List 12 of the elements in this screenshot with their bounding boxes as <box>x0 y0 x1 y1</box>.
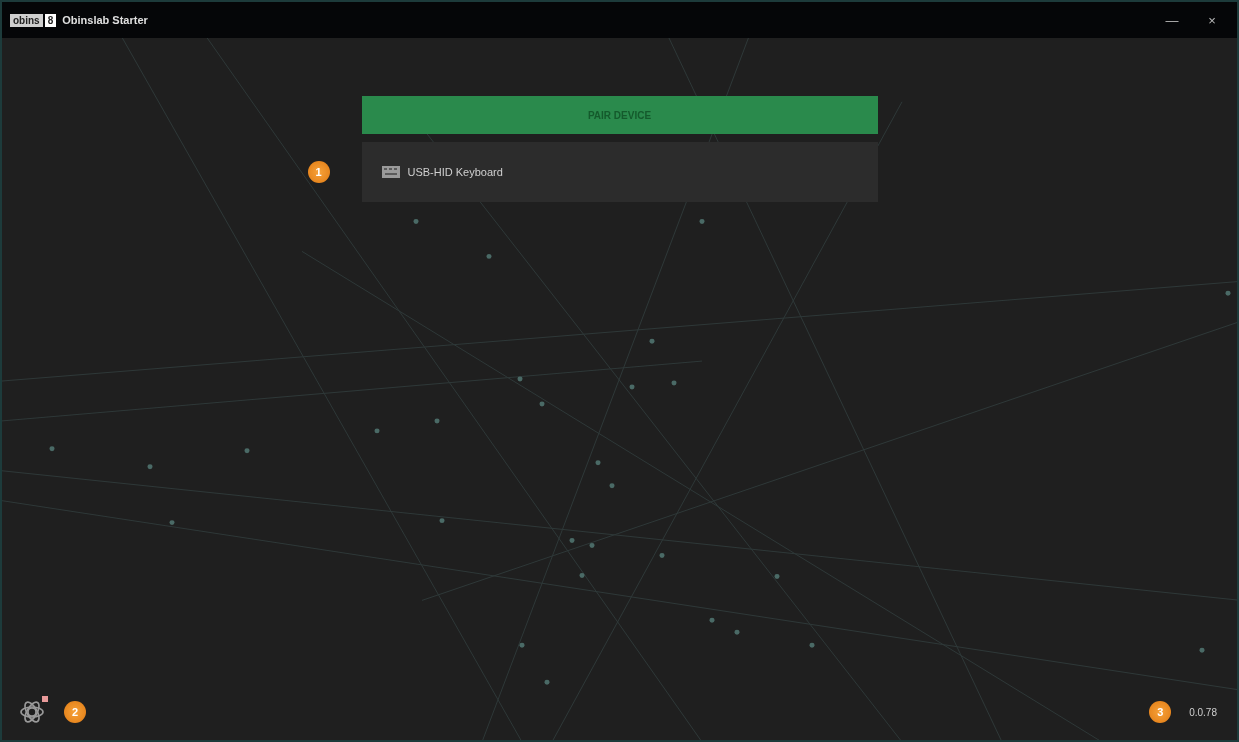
close-button[interactable]: × <box>1195 6 1229 34</box>
window-title: Obinslab Starter <box>62 14 148 26</box>
number-marker: 3 <box>1149 701 1172 723</box>
settings-button[interactable] <box>18 698 46 726</box>
logo: obins <box>10 13 43 27</box>
device-name: USB-HID Keyboard <box>407 166 503 178</box>
number-marker: 1 <box>307 161 330 183</box>
keyboard-icon <box>381 166 400 178</box>
minimize-button[interactable]: — <box>1155 6 1189 34</box>
version-label: 0.0.78 <box>1189 706 1217 718</box>
logo-badge: 8 <box>44 13 57 27</box>
number-marker: 2 <box>64 701 86 723</box>
